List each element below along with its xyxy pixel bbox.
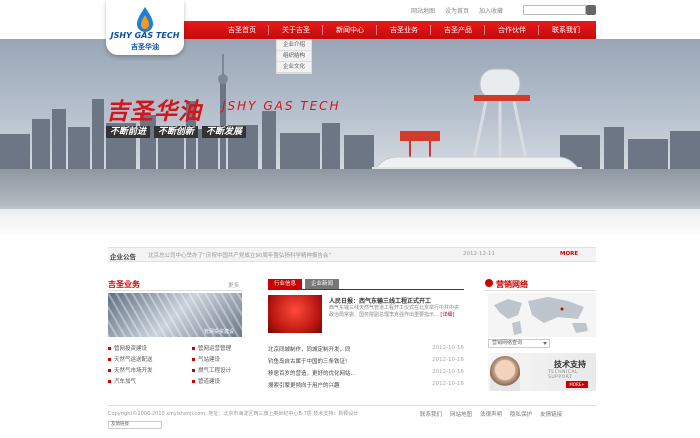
nav-home[interactable]: 吉圣首页 bbox=[216, 21, 268, 39]
news-list-item[interactable]: 北京同城制作，同城定制开发，同 2012-10-16 bbox=[268, 345, 464, 353]
banner-brand-en: JSHY GAS TECH bbox=[222, 99, 341, 113]
search-input[interactable] bbox=[523, 5, 586, 15]
nav-business[interactable]: 吉圣业务 bbox=[378, 21, 430, 39]
notice-date: 2012-12-11 bbox=[463, 251, 495, 257]
network-title: 营销网络 bbox=[496, 280, 528, 289]
business-title: 吉圣业务 bbox=[108, 280, 140, 289]
banner-fade bbox=[0, 204, 700, 235]
tab-company-news[interactable]: 企业新闻 bbox=[305, 279, 340, 289]
submenu-item-intro[interactable]: 企业介绍 bbox=[277, 40, 311, 51]
submenu-item-structure[interactable]: 组织结构 bbox=[277, 51, 311, 62]
river bbox=[0, 169, 700, 209]
news-summary: 西气东输三线天然气管道工程开工仪式在北京举行中共中央政治局常委、国务院副总理李克… bbox=[329, 305, 463, 319]
nav-about[interactable]: 关于吉圣 bbox=[270, 21, 322, 39]
business-item[interactable]: 气站建设 bbox=[192, 355, 220, 363]
footer: Copyright©2006-2010 xinyishenji.com. 地址：… bbox=[108, 405, 596, 419]
motto-1: 不断前进 bbox=[106, 126, 151, 138]
friend-links-select[interactable]: 友情链接 bbox=[108, 421, 162, 429]
business-item[interactable]: 天然气运送配送 bbox=[108, 355, 153, 363]
news-list-item[interactable]: 搜索引擎更倾向于用户的兴趣 2012-10-16 bbox=[268, 381, 464, 389]
news-item-date: 2012-10-16 bbox=[432, 357, 464, 363]
support-title: 技术支持 bbox=[554, 360, 586, 369]
about-submenu: 企业介绍 组织结构 企业文化 bbox=[276, 39, 312, 74]
business-item[interactable]: 管网投资建设 bbox=[108, 344, 147, 352]
footer-link-friends[interactable]: 友情链接 bbox=[540, 410, 562, 418]
news-image[interactable] bbox=[268, 295, 322, 333]
news-headline[interactable]: 人民日报：西气东输三线工程正式开工 bbox=[329, 296, 431, 305]
nav-divider bbox=[484, 25, 485, 35]
network-map[interactable] bbox=[488, 293, 596, 337]
page: JSHY GAS TECH 吉圣华油 网站地图 设为首页 加入收藏 吉圣首页 关… bbox=[0, 0, 700, 438]
notice-text[interactable]: 北京总公司中心举办了“庆祝中国共产党成立90周年暨弘扬科学精神报告会” bbox=[148, 251, 331, 259]
nav-news[interactable]: 新闻中心 bbox=[324, 21, 376, 39]
logo-cn-text: 吉圣华油 bbox=[131, 43, 159, 51]
news-item-title: 北京同城制作，同城定制开发，同 bbox=[268, 347, 351, 353]
submenu-item-culture[interactable]: 企业文化 bbox=[277, 62, 311, 73]
footer-link-privacy[interactable]: 隐私保护 bbox=[510, 410, 532, 418]
news-item-title: 移居百岁的营造，更好的优化网站... bbox=[268, 371, 356, 377]
divider bbox=[108, 290, 242, 291]
business-item[interactable]: 燃气工程设计 bbox=[192, 366, 231, 374]
banner-brand-cn: 吉圣华油 bbox=[106, 99, 202, 125]
business-item[interactable]: 管道建设 bbox=[192, 377, 220, 385]
hero-banner bbox=[0, 39, 700, 235]
support-subtitle: TECHNICAL SUPPORT bbox=[548, 370, 579, 380]
notice-more-link[interactable]: MORE bbox=[560, 251, 578, 257]
footer-link-sitemap[interactable]: 网站地图 bbox=[450, 410, 472, 418]
motto-3: 不断发展 bbox=[202, 126, 247, 138]
news-item-date: 2012-10-16 bbox=[432, 381, 464, 387]
toplink-sitemap[interactable]: 网站地图 bbox=[411, 6, 435, 15]
news-tabs: 行业信息 企业新闻 bbox=[268, 279, 340, 289]
footer-link-legal[interactable]: 法律声明 bbox=[480, 410, 502, 418]
tab-underline bbox=[268, 289, 464, 290]
footer-copyright: Copyright©2006-2010 xinyishenji.com. 地址：… bbox=[108, 411, 359, 417]
business-image[interactable]: 管网投资建设 bbox=[108, 293, 242, 337]
divider bbox=[484, 290, 596, 291]
nav-divider bbox=[322, 25, 323, 35]
notice-bar: 企业公告 北京总公司中心举办了“庆祝中国共产党成立90周年暨弘扬科学精神报告会”… bbox=[108, 247, 596, 262]
nav-divider bbox=[538, 25, 539, 35]
business-image-caption: 管网投资建设 bbox=[204, 329, 235, 335]
globe-icon bbox=[485, 279, 493, 287]
nav-divider bbox=[376, 25, 377, 35]
toplink-add-favorite[interactable]: 加入收藏 bbox=[479, 6, 503, 15]
banner-mottos: 不断前进 不断创新 不断发展 bbox=[106, 126, 247, 138]
footer-links: 联系我们 网站地图 法律声明 隐私保护 友情链接 bbox=[420, 410, 562, 418]
nav-divider bbox=[268, 25, 269, 35]
business-more-link[interactable]: 更多 bbox=[228, 281, 239, 289]
motto-2: 不断创新 bbox=[154, 126, 199, 138]
support-agent-image bbox=[490, 356, 520, 391]
support-more-button[interactable]: MORE+ bbox=[566, 381, 588, 388]
logo-en-text: JSHY GAS TECH bbox=[110, 31, 180, 40]
flame-drop-icon bbox=[137, 7, 153, 32]
news-item-date: 2012-10-16 bbox=[432, 369, 464, 375]
news-list-item[interactable]: 移居百岁的营造，更好的优化网站... 2012-10-16 bbox=[268, 369, 464, 377]
news-item-title: 搜索引擎更倾向于用户的兴趣 bbox=[268, 383, 340, 389]
logo[interactable]: JSHY GAS TECH 吉圣华油 bbox=[106, 0, 184, 55]
search-button[interactable] bbox=[586, 5, 596, 15]
world-map-image bbox=[494, 297, 588, 335]
news-list-item[interactable]: 钓鱼岛自古属于中国的三条铁证! 2012-10-16 bbox=[268, 357, 464, 365]
business-item[interactable]: 天然气市场开发 bbox=[108, 366, 153, 374]
nav-divider bbox=[430, 25, 431, 35]
nav-contact[interactable]: 联系我们 bbox=[540, 21, 592, 39]
news-detail-link[interactable]: [详细] bbox=[440, 312, 454, 318]
notice-label: 企业公告 bbox=[110, 253, 136, 261]
business-item[interactable]: 汽车加气 bbox=[108, 377, 136, 385]
footer-link-contact[interactable]: 联系我们 bbox=[420, 410, 442, 418]
tech-support-banner[interactable]: 技术支持 TECHNICAL SUPPORT MORE+ bbox=[488, 353, 596, 391]
network-select[interactable]: 营销网络查询 bbox=[488, 339, 550, 348]
nav-products[interactable]: 吉圣产品 bbox=[432, 21, 484, 39]
top-links: 网站地图 设为首页 加入收藏 bbox=[411, 6, 503, 15]
business-item[interactable]: 管网运营管理 bbox=[192, 344, 231, 352]
news-item-date: 2012-10-16 bbox=[432, 345, 464, 351]
news-item-title: 钓鱼岛自古属于中国的三条铁证! bbox=[268, 359, 348, 365]
tab-industry-info[interactable]: 行业信息 bbox=[268, 279, 303, 289]
nav-partners[interactable]: 合作伙伴 bbox=[486, 21, 538, 39]
toplink-set-homepage[interactable]: 设为首页 bbox=[445, 6, 469, 15]
